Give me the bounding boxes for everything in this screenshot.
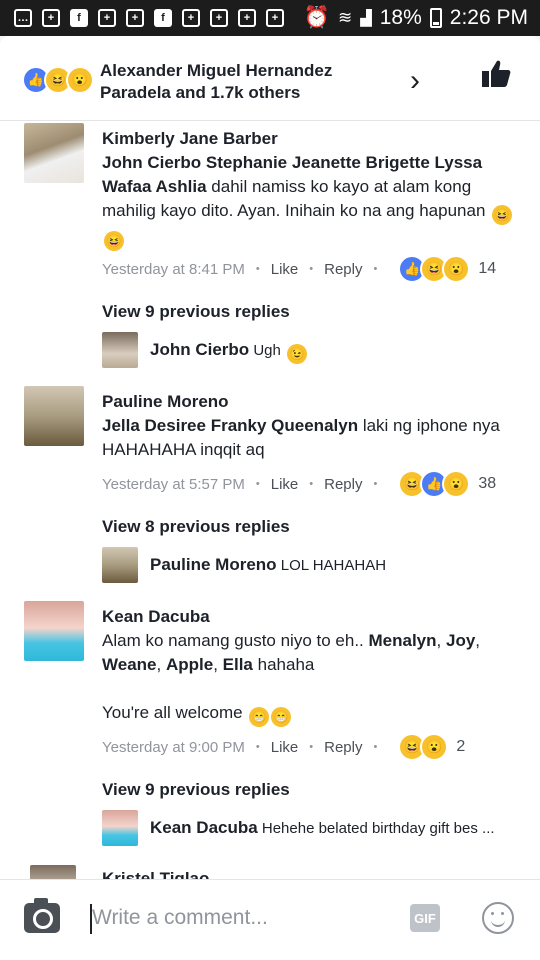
- reply-text: LOL HAHAHAH: [280, 557, 387, 574]
- reactions-header[interactable]: 👍 😆 😮 Alexander Miguel Hernandez Paradel…: [0, 36, 540, 121]
- wow-reaction-icon: 😮: [442, 255, 471, 283]
- like-button[interactable]: Like: [271, 261, 299, 278]
- reaction-count: 38: [478, 475, 497, 492]
- friend-request-icon: +: [98, 9, 116, 27]
- comment-reactions[interactable]: 😆 👍 😮: [398, 470, 471, 498]
- comment-author[interactable]: Pauline Moreno: [102, 390, 522, 414]
- reply-avatar[interactable]: [102, 810, 138, 846]
- friend-request-icon: +: [182, 9, 200, 27]
- winking-emoji-icon: 😉: [287, 344, 308, 364]
- comment-composer: Write a comment... GIF: [0, 879, 540, 960]
- tagged-name[interactable]: Joy: [446, 631, 475, 650]
- comment-list[interactable]: Kimberly Jane Barber John Cierbo Stephan…: [0, 121, 540, 881]
- comments-sheet: 👍 😆 😮 Alexander Miguel Hernandez Paradel…: [0, 36, 540, 960]
- timestamp: Yesterday at 8:41 PM: [102, 260, 245, 278]
- reply-preview[interactable]: Kean Dacuba Hehehe belated birthday gift…: [150, 818, 495, 838]
- avatar[interactable]: [24, 386, 84, 446]
- comment-author[interactable]: Kean Dacuba: [102, 605, 522, 629]
- chevron-right-icon[interactable]: ›: [410, 66, 420, 96]
- comment-reactions[interactable]: 😆 😮: [398, 733, 449, 761]
- reply-button[interactable]: Reply: [324, 476, 362, 493]
- reply-preview[interactable]: John Cierbo Ugh 😉: [150, 340, 308, 364]
- comment-author[interactable]: Kimberly Jane Barber: [102, 127, 522, 151]
- like-button[interactable]: Like: [271, 476, 299, 493]
- tagged-name[interactable]: Weane: [102, 655, 157, 674]
- comment-text: You're all welcome: [102, 703, 243, 722]
- reaction-count: 2: [456, 738, 466, 755]
- reply-avatar[interactable]: [102, 547, 138, 583]
- wow-reaction-icon: 😮: [420, 733, 449, 761]
- reply-author: Kean Dacuba: [150, 818, 258, 837]
- timestamp: Yesterday at 9:00 PM: [102, 738, 245, 756]
- laughing-emoji-icon: 😆: [104, 231, 124, 251]
- clock: 2:26 PM: [449, 6, 528, 29]
- signal-icon: ▟: [360, 10, 372, 27]
- friend-request-icon: +: [126, 9, 144, 27]
- view-previous-replies[interactable]: View 8 previous replies: [102, 517, 290, 537]
- grinning-emoji-icon: 😁: [271, 707, 292, 727]
- reactors-summary: Alexander Miguel Hernandez Paradela and …: [100, 61, 333, 102]
- reply-button[interactable]: Reply: [324, 261, 362, 278]
- tagged-names[interactable]: Jella Desiree Franky Queenalyn: [102, 416, 358, 435]
- laughing-emoji-icon: 😆: [492, 205, 513, 225]
- friend-request-icon: +: [210, 9, 228, 27]
- status-bar: … + f + + f + + + + ⏰ ≋ ▟ 18% 2:26 PM: [0, 0, 540, 36]
- reply-author: John Cierbo: [150, 340, 250, 359]
- notification-icons: … + f + + f + + + +: [0, 9, 284, 27]
- view-previous-replies[interactable]: View 9 previous replies: [102, 780, 290, 800]
- gif-button[interactable]: GIF: [410, 904, 440, 932]
- alarm-icon: ⏰: [303, 6, 330, 29]
- sticker-smiley-icon[interactable]: [482, 902, 514, 934]
- friend-request-icon: +: [238, 9, 256, 27]
- wow-reaction-icon: 😮: [66, 66, 94, 94]
- reply-author: Pauline Moreno: [150, 555, 277, 574]
- avatar[interactable]: [24, 601, 84, 661]
- reaction-icons: 👍 😆 😮: [22, 66, 94, 94]
- comment-input[interactable]: Write a comment...: [92, 906, 268, 930]
- friend-request-icon: +: [266, 9, 284, 27]
- reply-avatar[interactable]: [102, 332, 138, 368]
- comment-body: Kean Dacuba Alam ko namang gusto niyo to…: [102, 605, 522, 727]
- comment-meta: Yesterday at 5:57 PM • Like • Reply • 😆 …: [102, 470, 496, 498]
- reply-text: Ugh: [253, 342, 281, 359]
- camera-icon[interactable]: [24, 898, 60, 933]
- tagged-name[interactable]: Apple: [166, 655, 213, 674]
- timestamp: Yesterday at 5:57 PM: [102, 475, 245, 493]
- reply-preview[interactable]: Pauline Moreno LOL HAHAHAH: [150, 555, 386, 575]
- comment-text: hahaha: [257, 655, 315, 674]
- grinning-emoji-icon: 😁: [249, 707, 270, 727]
- like-thumb-icon[interactable]: [480, 58, 512, 90]
- comment-text: Alam ko namang gusto niyo to eh..: [102, 631, 364, 650]
- comment-body: Kimberly Jane Barber John Cierbo Stephan…: [102, 127, 522, 251]
- facebook-icon: f: [70, 9, 88, 27]
- battery-percent: 18%: [379, 6, 422, 29]
- like-button[interactable]: Like: [271, 739, 299, 756]
- avatar[interactable]: [24, 123, 84, 183]
- message-icon: …: [14, 9, 32, 27]
- tagged-name[interactable]: Ella: [223, 655, 253, 674]
- comment-body: Pauline Moreno Jella Desiree Franky Quee…: [102, 390, 522, 462]
- system-status: ⏰ ≋ ▟ 18% 2:26 PM: [304, 0, 528, 36]
- battery-icon: [429, 8, 442, 28]
- view-previous-replies[interactable]: View 9 previous replies: [102, 302, 290, 322]
- facebook-icon: f: [154, 9, 172, 27]
- wow-reaction-icon: 😮: [442, 470, 471, 498]
- reply-text: Hehehe belated birthday gift bes ...: [261, 820, 495, 837]
- tagged-name[interactable]: Menalyn: [369, 631, 437, 650]
- wifi-icon: ≋: [337, 8, 353, 27]
- reply-button[interactable]: Reply: [324, 739, 362, 756]
- reaction-count: 14: [478, 260, 497, 277]
- comment-reactions[interactable]: 👍 😆 😮: [398, 255, 471, 283]
- comment-meta: Yesterday at 9:00 PM • Like • Reply • 😆 …: [102, 733, 465, 761]
- comment-meta: Yesterday at 8:41 PM • Like • Reply • 👍 …: [102, 255, 496, 283]
- friend-request-icon: +: [42, 9, 60, 27]
